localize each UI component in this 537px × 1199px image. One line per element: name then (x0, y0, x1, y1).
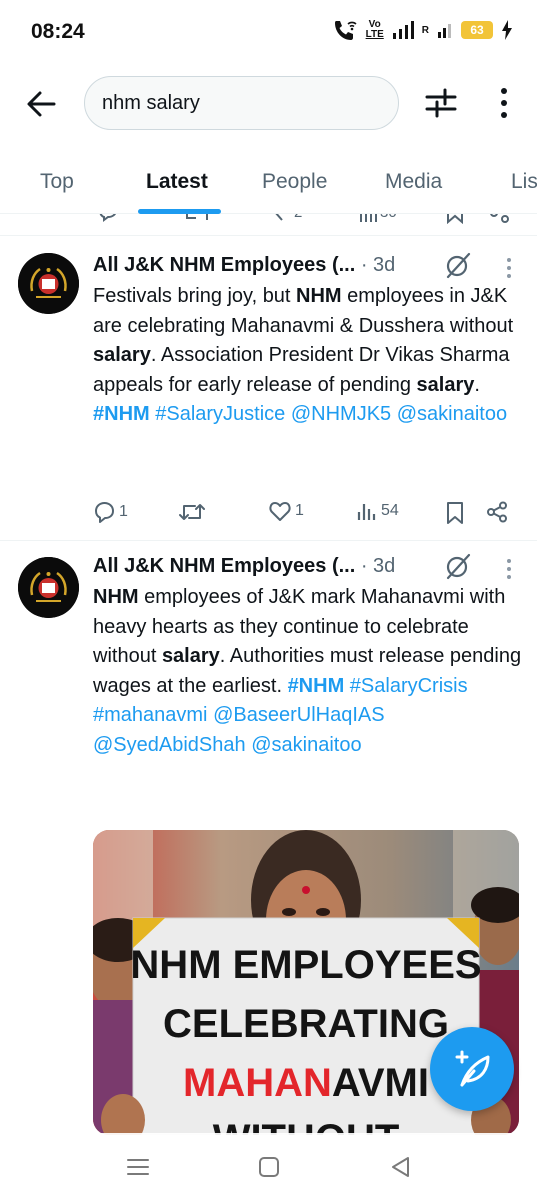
views-icon (357, 504, 376, 520)
tweet-link[interactable]: #mahanavmi (93, 704, 208, 726)
repost-button[interactable] (179, 501, 209, 523)
charging-icon (502, 20, 512, 40)
more-vertical-icon[interactable] (505, 558, 513, 580)
sign-mahan: MAHAN (183, 1061, 332, 1105)
search-header: nhm salary (0, 62, 537, 150)
tweet-hashtag[interactable]: #NHM (93, 403, 150, 425)
bookmark-icon[interactable] (446, 214, 464, 224)
status-icons: Vo LTE R 63 (332, 19, 513, 41)
avatar[interactable] (18, 253, 79, 314)
compose-button[interactable] (430, 1027, 514, 1111)
views-icon[interactable] (358, 214, 378, 224)
avatar[interactable] (18, 557, 79, 618)
tab-people[interactable]: People (262, 170, 327, 194)
tweet-header: All J&K NHM Employees (... · 3d (93, 555, 395, 578)
roaming-indicator: R (421, 24, 429, 36)
share-icon[interactable] (488, 214, 510, 224)
tweet-time[interactable]: · 3d (361, 254, 395, 276)
arrow-left-icon[interactable] (24, 87, 58, 121)
status-time: 08:24 (31, 20, 85, 43)
grok-icon[interactable] (444, 552, 472, 580)
bookmark-icon[interactable] (446, 502, 464, 524)
search-input[interactable]: nhm salary (84, 76, 399, 130)
sign-line-1: NHM EMPLOYEES (130, 943, 481, 987)
more-vertical-icon[interactable] (492, 86, 516, 120)
home-icon[interactable] (257, 1155, 281, 1179)
tweet-link[interactable]: #SalaryCrisis (350, 675, 468, 697)
author-name[interactable]: All J&K NHM Employees (... (93, 555, 355, 577)
call-wifi-icon (334, 21, 357, 40)
tab-media[interactable]: Media (385, 170, 442, 194)
tweet-actions: 1 1 54 (93, 501, 513, 531)
highlight-keyword: salary (161, 645, 220, 668)
volte-bottom: LTE (365, 29, 384, 40)
tweet-link[interactable]: #SalaryJustice (155, 403, 285, 425)
more-vertical-icon[interactable] (505, 257, 513, 279)
tweet-link[interactable]: @sakinaitoo (251, 734, 361, 756)
views-button[interactable]: 54 (357, 501, 399, 521)
like-count: 1 (295, 502, 304, 519)
tweet-text-segment: . (474, 373, 480, 396)
highlight-keyword: salary (93, 344, 151, 367)
heart-icon[interactable] (272, 214, 292, 224)
tweet-link[interactable]: @sakinaitoo (397, 403, 507, 425)
grok-icon[interactable] (444, 251, 472, 279)
highlight-keyword: salary (416, 373, 475, 396)
reply-button[interactable]: 1 (93, 501, 128, 523)
repost-icon[interactable] (184, 214, 210, 226)
previous-tweet-actions: 2 30 (0, 214, 537, 236)
tweet[interactable]: All J&K NHM Employees (... · 3d Festival… (0, 237, 537, 541)
tab-lists[interactable]: Lis (511, 170, 537, 194)
tweet-text: Festivals bring joy, but NHM employees i… (93, 282, 523, 430)
reply-icon[interactable] (96, 214, 118, 222)
search-query[interactable]: nhm salary (102, 92, 200, 115)
tweet-link[interactable]: @NHMJK5 (291, 403, 391, 425)
highlight-keyword: NHM (296, 285, 342, 307)
sign-avmi: AVMI (332, 1061, 429, 1105)
signal-icon (392, 21, 414, 39)
nhm-logo-icon (18, 253, 79, 314)
author-name[interactable]: All J&K NHM Employees (... (93, 254, 355, 276)
tweet-hashtag[interactable]: #NHM (288, 675, 345, 697)
reply-icon (95, 502, 114, 523)
sign-line-2: CELEBRATING (163, 1002, 449, 1046)
sign-line-3: MAHANAVMI (183, 1061, 429, 1105)
like-button[interactable]: 1 (269, 501, 304, 521)
heart-icon (269, 502, 291, 521)
tweet-link[interactable]: @BaseerUlHaqIAS (213, 704, 384, 726)
previous-views: 30 (380, 214, 397, 221)
battery-icon: 63 (461, 21, 493, 39)
tab-latest[interactable]: Latest (146, 170, 208, 194)
back-icon[interactable] (389, 1155, 413, 1179)
share-icon[interactable] (486, 501, 508, 523)
previous-likes: 2 (294, 214, 302, 221)
highlight-keyword: NHM (93, 586, 139, 608)
tweet-text-segment: Festivals bring joy, but (93, 285, 297, 307)
tweet-header: All J&K NHM Employees (... · 3d (93, 254, 395, 277)
view-count: 54 (381, 502, 399, 519)
reply-count: 1 (119, 503, 128, 520)
tab-top[interactable]: Top (40, 170, 74, 194)
search-tabs: Top Latest People Media Lis (0, 150, 537, 214)
tweet-text: NHM employees of J&K mark Mahanavmi with… (93, 583, 523, 761)
system-nav-bar (0, 1133, 537, 1199)
sliders-icon[interactable] (424, 86, 458, 120)
tweet-time[interactable]: · 3d (361, 555, 395, 577)
volte-icon: Vo LTE (366, 20, 384, 40)
tweet-link[interactable]: @SyedAbidShah (93, 734, 246, 756)
compose-plus-icon (455, 1050, 490, 1087)
nhm-logo-icon (18, 557, 79, 618)
recents-icon[interactable] (126, 1155, 150, 1179)
status-bar: 08:24 Vo LTE R 63 (0, 0, 537, 62)
roaming-signal-icon (438, 24, 451, 38)
repost-icon (179, 504, 205, 520)
